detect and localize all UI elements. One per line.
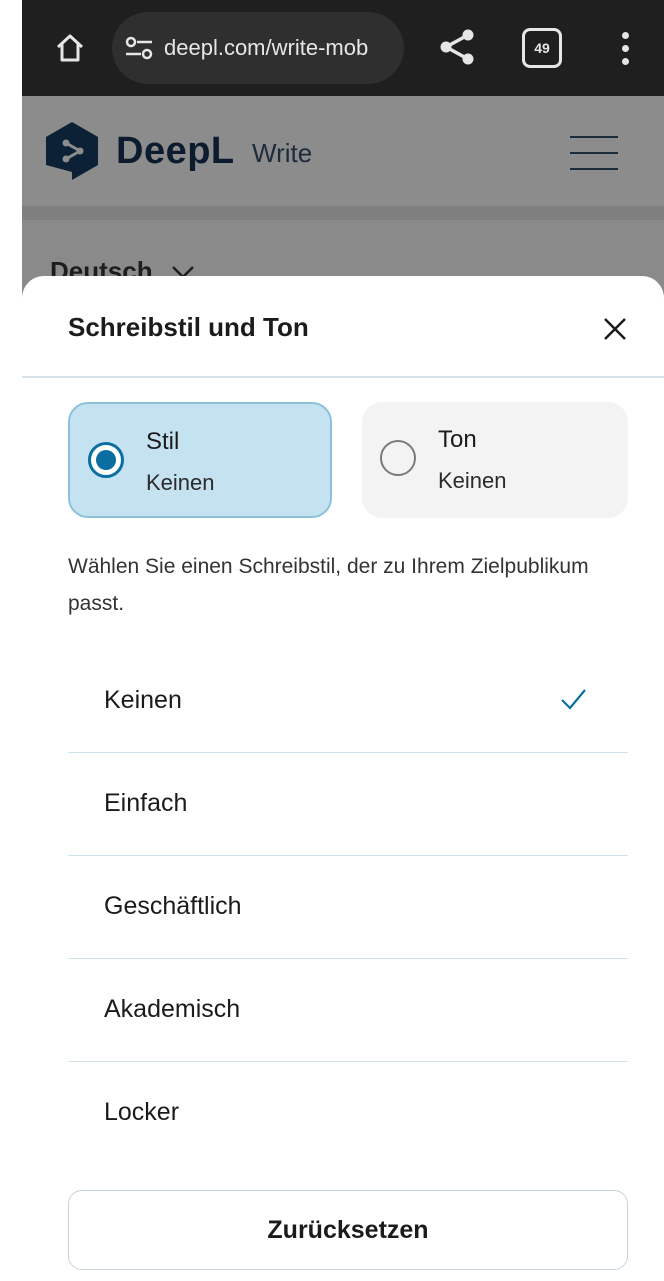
url-text: deepl.com/write-mob (164, 35, 369, 60)
option-label: Geschäftlich (104, 892, 242, 920)
home-icon (56, 34, 84, 62)
segment-label: Ton (438, 426, 477, 453)
close-icon[interactable] (600, 314, 630, 344)
header-separator (22, 206, 664, 220)
hamburger-menu-button[interactable] (570, 136, 618, 170)
segment-stil[interactable]: Stil Keinen (68, 402, 332, 518)
segment-label: Stil (146, 428, 180, 455)
tab-switcher-button[interactable]: 49 (522, 28, 562, 68)
home-button[interactable] (48, 26, 92, 70)
style-tone-sheet: Schreibstil und Ton Stil Keinen Ton Kein… (22, 276, 664, 1281)
reset-button[interactable]: Zurücksetzen (68, 1190, 628, 1270)
style-hint-text: Wählen Sie einen Schreibstil, der zu Ihr… (68, 555, 589, 615)
tab-count: 49 (534, 40, 550, 56)
radio-selected-icon (88, 442, 124, 478)
option-akademisch[interactable]: Akademisch (68, 959, 628, 1062)
overflow-menu-icon (621, 31, 629, 39)
sheet-divider (22, 376, 664, 378)
style-options-list: Keinen Einfach Geschäftlich Akademisch L… (68, 650, 628, 1165)
brand-name: DeepL (116, 130, 235, 172)
page-header: DeepL Write (22, 96, 664, 206)
option-einfach[interactable]: Einfach (68, 753, 628, 856)
option-label: Keinen (104, 686, 182, 714)
option-label: Einfach (104, 789, 188, 817)
radio-unselected-icon (380, 440, 416, 476)
sheet-title: Schreibstil und Ton (68, 312, 309, 342)
deepl-logo-icon (46, 122, 98, 180)
option-label: Locker (104, 1098, 180, 1126)
address-bar[interactable]: deepl.com/write-mob (112, 12, 404, 84)
option-geschaeftlich[interactable]: Geschäftlich (68, 856, 628, 959)
browser-menu-button[interactable] (610, 24, 640, 72)
hamburger-icon (570, 136, 618, 138)
option-locker[interactable]: Locker (68, 1062, 628, 1165)
screen-edge (0, 0, 22, 1281)
option-label: Akademisch (104, 995, 241, 1023)
product-name: Write (252, 138, 313, 168)
reset-button-label: Zurücksetzen (267, 1215, 429, 1244)
option-keinen[interactable]: Keinen (68, 650, 628, 753)
share-icon (440, 29, 474, 65)
segment-ton[interactable]: Ton Keinen (362, 402, 628, 518)
checkmark-icon (561, 689, 586, 710)
segment-value: Keinen (438, 468, 507, 493)
segment-value: Keinen (146, 470, 215, 495)
browser-toolbar: deepl.com/write-mob 49 (22, 0, 664, 96)
share-button[interactable] (432, 22, 482, 72)
site-settings-icon (125, 36, 153, 60)
